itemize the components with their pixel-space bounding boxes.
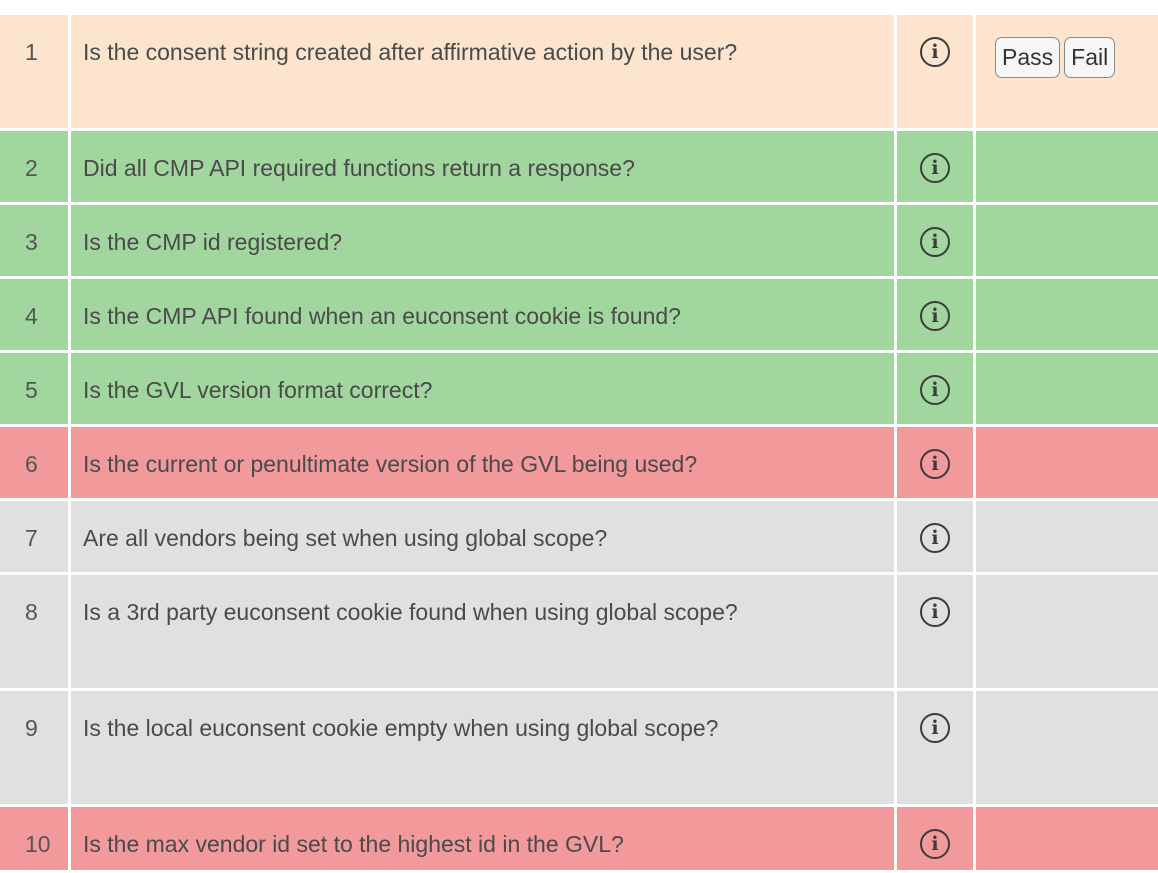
info-circle-icon[interactable]: i bbox=[920, 37, 950, 67]
info-circle-icon[interactable]: i bbox=[920, 301, 950, 331]
row-number: 5 bbox=[0, 353, 71, 424]
question-text: Is the CMP API found when an euconsent c… bbox=[71, 279, 897, 350]
table-row: 5 Is the GVL version format correct? i bbox=[0, 353, 1158, 427]
table-row: 3 Is the CMP id registered? i bbox=[0, 205, 1158, 279]
question-text: Is a 3rd party euconsent cookie found wh… bbox=[71, 575, 897, 688]
table-row: 9 Is the local euconsent cookie empty wh… bbox=[0, 691, 1158, 807]
action-cell bbox=[976, 353, 1158, 424]
action-cell bbox=[976, 691, 1158, 804]
action-cell bbox=[976, 205, 1158, 276]
table-row: 10 Is the max vendor id set to the highe… bbox=[0, 807, 1158, 873]
action-cell bbox=[976, 575, 1158, 688]
row-number: 7 bbox=[0, 501, 71, 572]
question-text: Are all vendors being set when using glo… bbox=[71, 501, 897, 572]
row-number: 3 bbox=[0, 205, 71, 276]
action-cell: Pass Fail bbox=[976, 15, 1158, 128]
table-row: 4 Is the CMP API found when an euconsent… bbox=[0, 279, 1158, 353]
question-text: Is the current or penultimate version of… bbox=[71, 427, 897, 498]
question-text: Did all CMP API required functions retur… bbox=[71, 131, 897, 202]
table-row: 7 Are all vendors being set when using g… bbox=[0, 501, 1158, 575]
info-circle-icon[interactable]: i bbox=[920, 829, 950, 859]
info-circle-icon[interactable]: i bbox=[920, 713, 950, 743]
info-circle-icon[interactable]: i bbox=[920, 227, 950, 257]
pass-button[interactable]: Pass bbox=[995, 37, 1061, 78]
info-circle-icon[interactable]: i bbox=[920, 449, 950, 479]
row-number: 4 bbox=[0, 279, 71, 350]
question-text: Is the GVL version format correct? bbox=[71, 353, 897, 424]
action-cell bbox=[976, 501, 1158, 572]
action-cell bbox=[976, 279, 1158, 350]
row-number: 6 bbox=[0, 427, 71, 498]
question-text: Is the CMP id registered? bbox=[71, 205, 897, 276]
info-circle-icon[interactable]: i bbox=[920, 153, 950, 183]
info-circle-icon[interactable]: i bbox=[920, 597, 950, 627]
row-number: 9 bbox=[0, 691, 71, 804]
table-row: 2 Did all CMP API required functions ret… bbox=[0, 131, 1158, 205]
question-text: Is the consent string created after affi… bbox=[71, 15, 897, 128]
action-cell bbox=[976, 807, 1158, 870]
table-row: 1 Is the consent string created after af… bbox=[0, 15, 1158, 131]
table-row: 8 Is a 3rd party euconsent cookie found … bbox=[0, 575, 1158, 691]
question-text: Is the local euconsent cookie empty when… bbox=[71, 691, 897, 804]
row-number: 8 bbox=[0, 575, 71, 688]
fail-button[interactable]: Fail bbox=[1064, 37, 1116, 78]
table-row: 6 Is the current or penultimate version … bbox=[0, 427, 1158, 501]
action-cell bbox=[976, 131, 1158, 202]
row-number: 2 bbox=[0, 131, 71, 202]
info-circle-icon[interactable]: i bbox=[920, 375, 950, 405]
row-number: 10 bbox=[0, 807, 71, 870]
info-circle-icon[interactable]: i bbox=[920, 523, 950, 553]
compliance-checklist-table: 1 Is the consent string created after af… bbox=[0, 15, 1158, 873]
question-text: Is the max vendor id set to the highest … bbox=[71, 807, 897, 870]
row-number: 1 bbox=[0, 15, 71, 128]
action-cell bbox=[976, 427, 1158, 498]
